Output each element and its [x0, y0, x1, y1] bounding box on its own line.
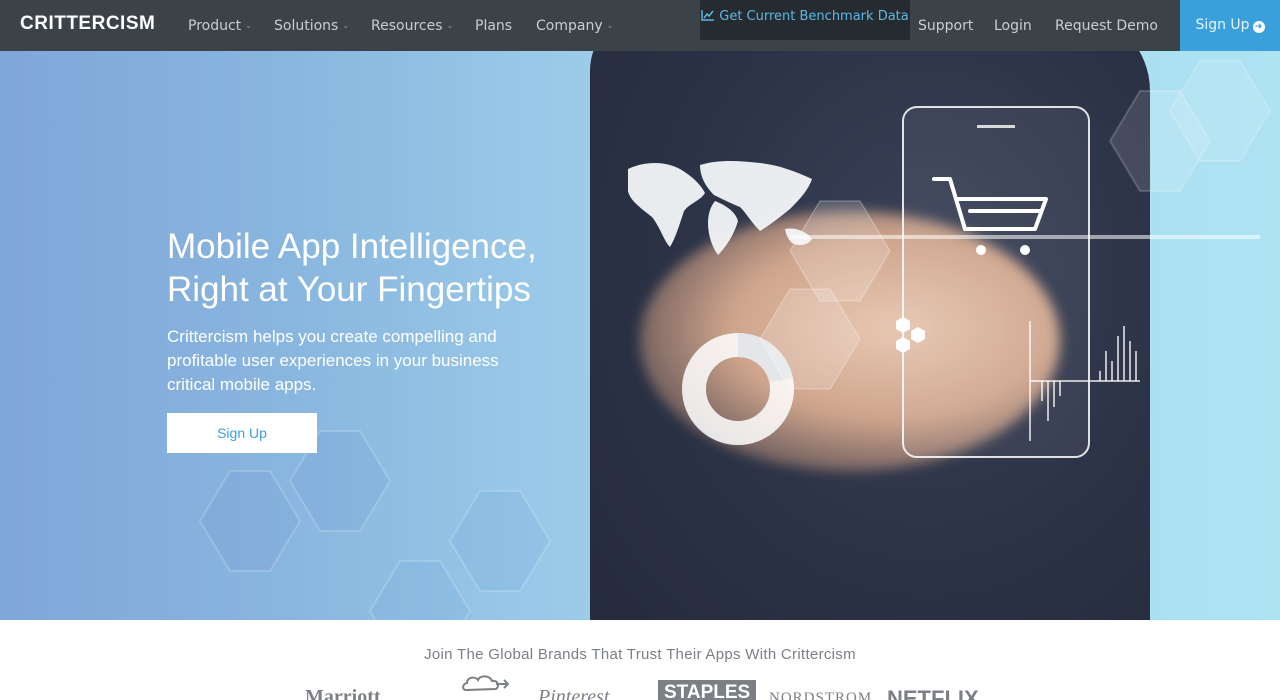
arrow-circle-right-icon: ➜	[1252, 21, 1265, 33]
cloud-logo-icon	[462, 675, 510, 692]
nav-support[interactable]: Support	[918, 18, 973, 34]
brands-title: Join The Global Brands That Trust Their …	[424, 646, 856, 663]
nav-solutions[interactable]: Solutions ⌄	[274, 18, 349, 34]
nav-request-demo[interactable]: Request Demo	[1055, 18, 1158, 34]
nav-product[interactable]: Product ⌄	[188, 18, 252, 34]
chevron-down-icon: ⌄	[606, 21, 614, 30]
line-chart-icon	[701, 10, 715, 21]
top-navbar: CRITTERCISM Product ⌄ Solutions ⌄ Resource…	[0, 0, 1280, 51]
brand-logo-nordstrom: NORDSTROM	[769, 690, 873, 700]
crittercism-logo[interactable]: CRITTERCISM	[20, 13, 155, 35]
chevron-down-icon: ⌄	[342, 21, 350, 30]
brand-logo-staples: STAPLES	[658, 680, 757, 700]
hero-signup-button[interactable]: Sign Up	[167, 413, 317, 453]
nav-product-label: Product	[188, 18, 242, 34]
hero-subtitle: Crittercism helps you create compelling …	[167, 327, 499, 394]
brand-logo-marriott: Marriott	[305, 686, 381, 700]
nav-company-label: Company	[536, 18, 603, 34]
nav-resources-label: Resources	[371, 18, 443, 34]
benchmark-label: Get Current Benchmark Data	[719, 9, 909, 24]
brand-logo-netflix: NETFLIX	[887, 686, 979, 700]
nav-company[interactable]: Company ⌄	[536, 18, 613, 34]
nav-plans[interactable]: Plans	[475, 18, 512, 34]
nav-resources[interactable]: Resources ⌄	[371, 18, 453, 34]
hero-section: Mobile App Intelligence, Right at Your F…	[0, 51, 1280, 620]
chevron-down-icon: ⌄	[446, 21, 454, 30]
brand-logo-pinterest: Pinterest	[538, 686, 610, 700]
chevron-down-icon: ⌄	[245, 21, 252, 30]
nav-signup-label: Sign Up	[1195, 17, 1250, 33]
nav-signup-button[interactable]: Sign Up ➜	[1180, 0, 1280, 51]
nav-plans-label: Plans	[475, 18, 513, 34]
nav-solutions-label: Solutions	[274, 18, 339, 34]
nav-login[interactable]: Login	[994, 18, 1032, 34]
benchmark-data-button[interactable]: Get Current Benchmark Data	[700, 0, 910, 40]
hero-title: Mobile App Intelligence, Right at Your F…	[167, 227, 537, 309]
